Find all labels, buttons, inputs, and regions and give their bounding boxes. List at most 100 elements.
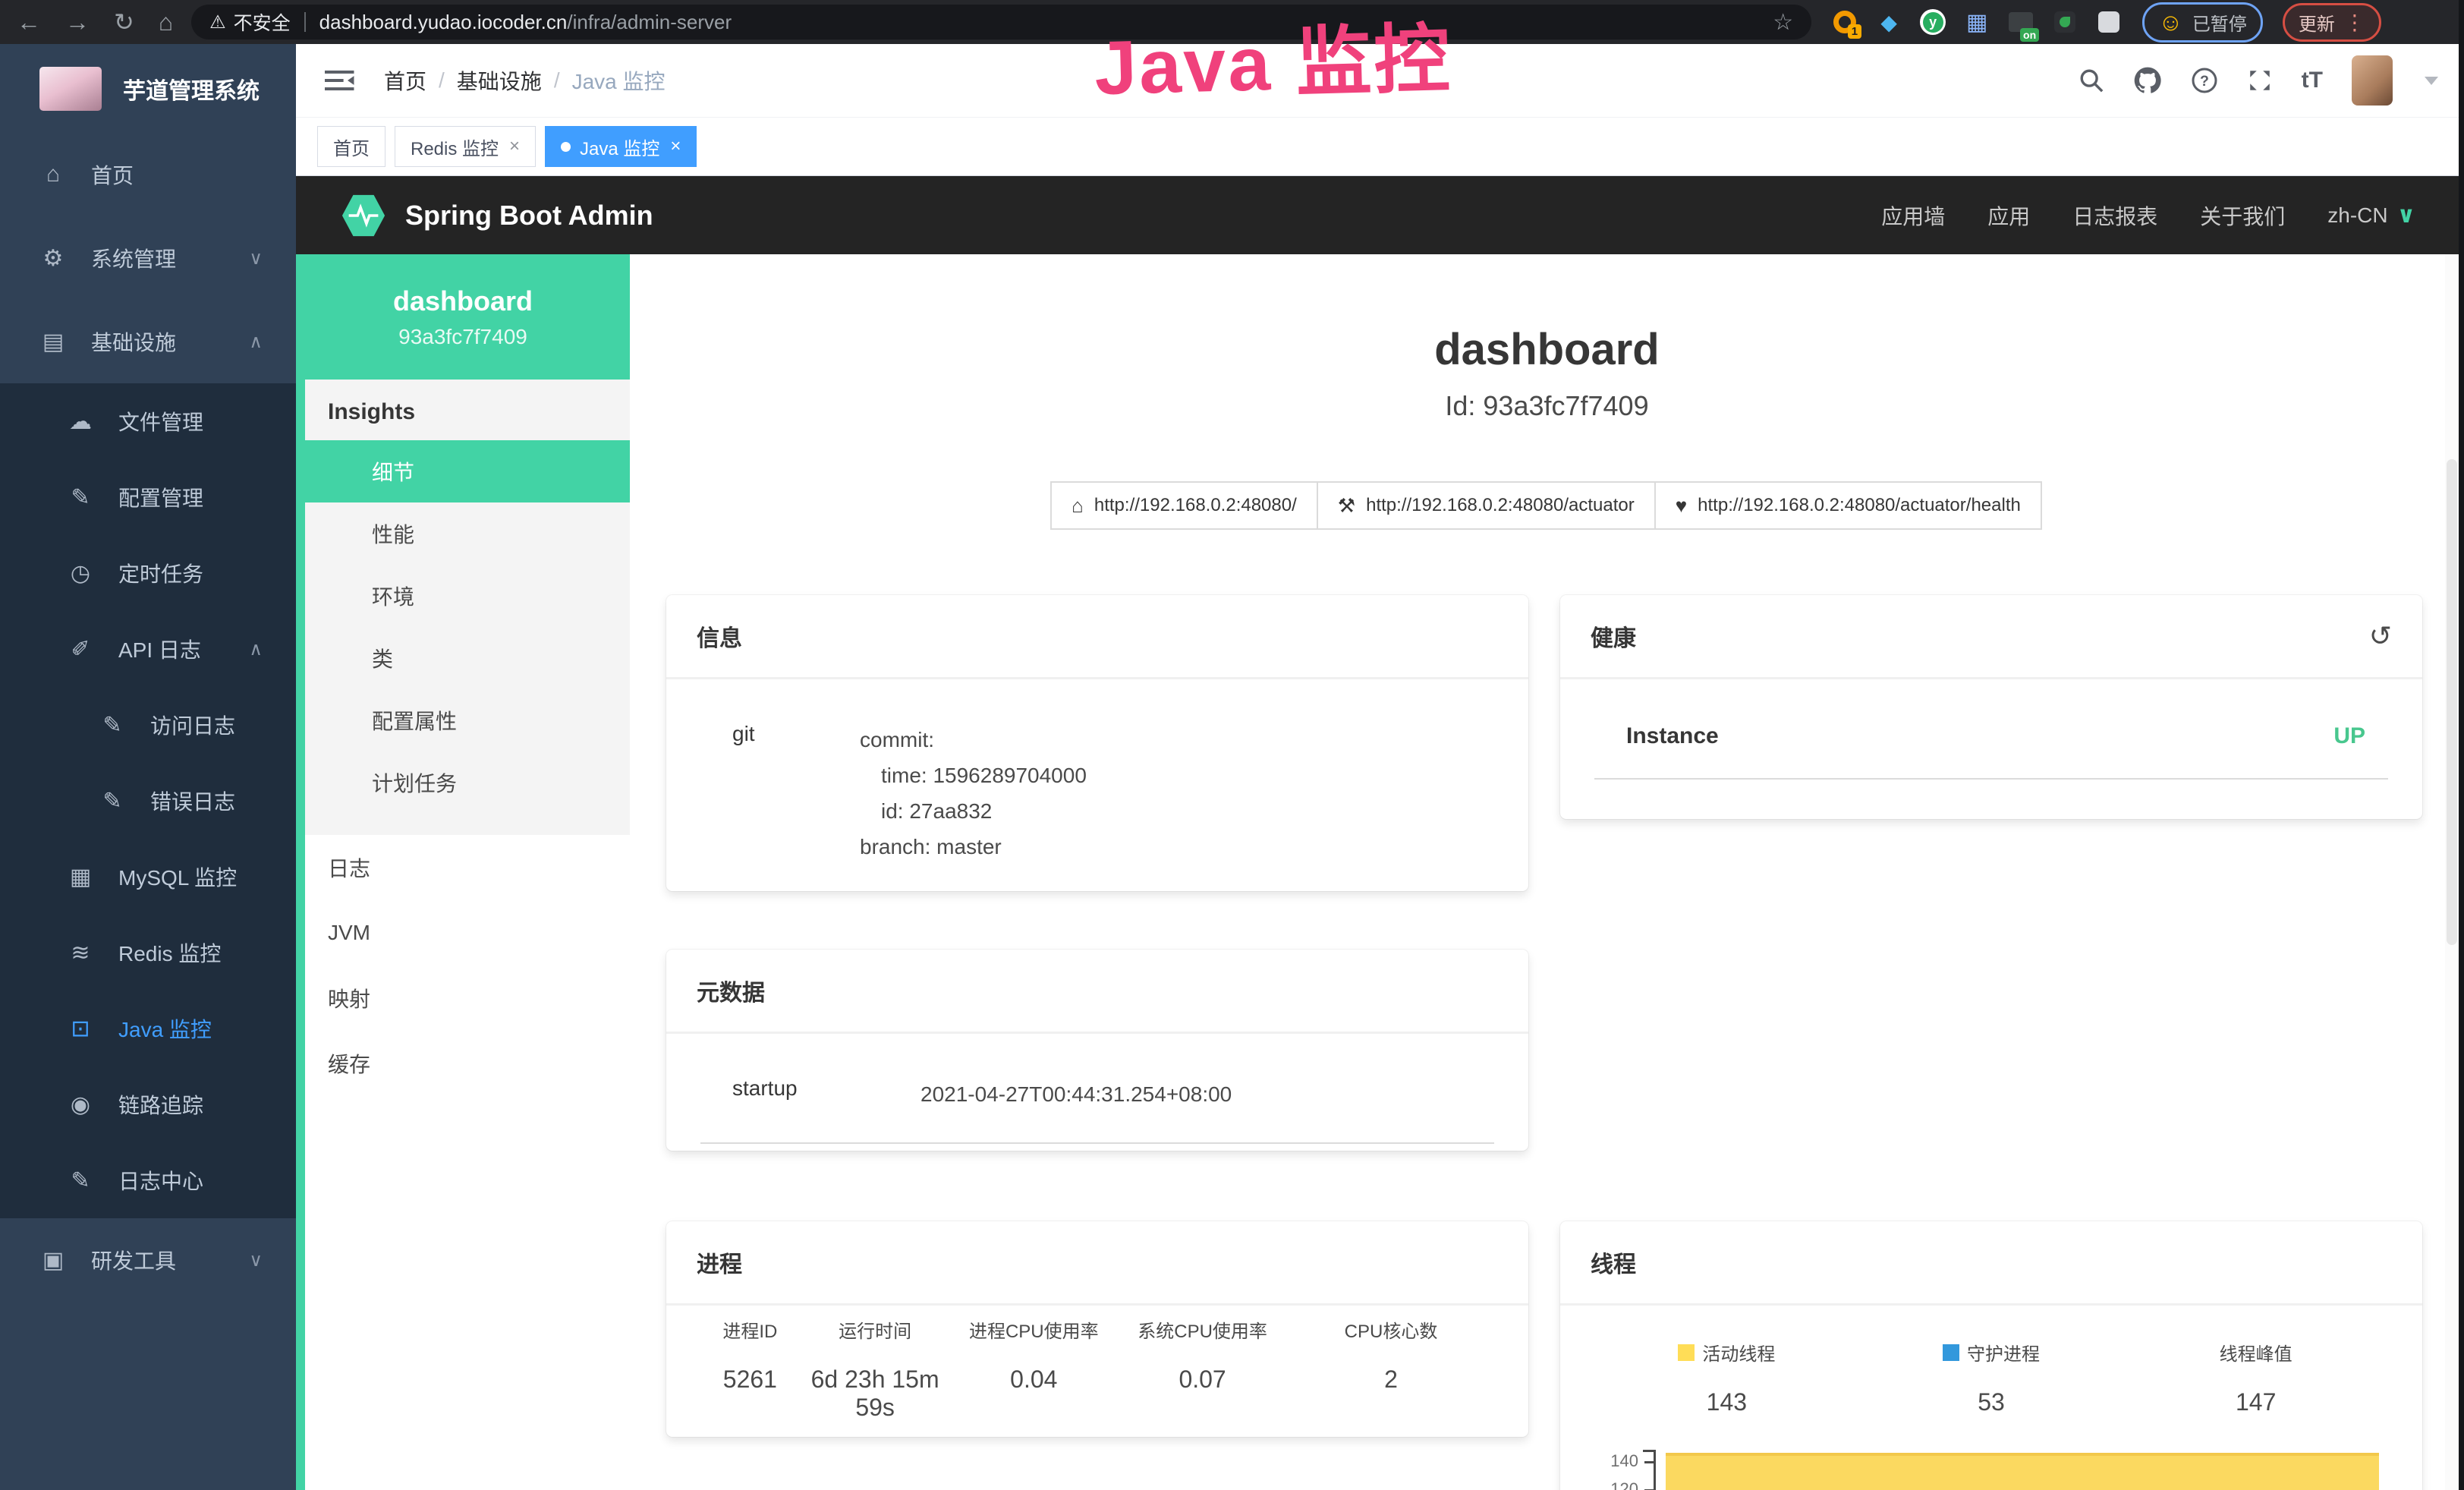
browser-menu-icon[interactable]: ⋮ (2344, 10, 2365, 35)
breadcrumb-home[interactable]: 首页 (384, 65, 426, 96)
sba-instance-header[interactable]: dashboard 93a3fc7f7409 (296, 254, 630, 380)
page-title: dashboard (630, 324, 2464, 375)
sba-brand-title[interactable]: Spring Boot Admin (405, 200, 653, 232)
url-host[interactable]: dashboard.yudao.iocoder.cn (319, 11, 568, 34)
app-logo-row[interactable]: 芋道管理系统 (0, 44, 296, 133)
insights-section-label: Insights (296, 380, 630, 440)
sba-item-details[interactable]: 细节 (296, 440, 630, 502)
sidebar-item-mysql-monitor[interactable]: ▦ MySQL 监控 (0, 839, 296, 915)
help-icon[interactable]: ? (2191, 67, 2218, 94)
extension-icon-orange[interactable]: 1 (1831, 8, 1858, 36)
browser-forward-icon[interactable]: → (65, 8, 90, 36)
browser-home-icon[interactable]: ⌂ (159, 8, 173, 36)
extension-icon-drop[interactable]: ◆ (1875, 8, 1902, 36)
sba-item-jvm[interactable]: JVM (296, 900, 630, 966)
github-icon[interactable] (2133, 66, 2162, 95)
sba-logo-icon[interactable] (340, 192, 387, 239)
bookmark-star-icon[interactable]: ☆ (1773, 9, 1793, 36)
scrollbar-thumb[interactable] (2447, 459, 2457, 945)
edit-icon: ✎ (64, 484, 97, 511)
annotation-java-monitor: Java 监控 (1093, 0, 1453, 116)
extension-icon-green-y[interactable]: y (1919, 8, 1946, 36)
right-column: 健康 ↺ Instance UP 线程 (1560, 595, 2422, 1490)
instance-hero: dashboard Id: 93a3fc7f7409 (630, 324, 2464, 422)
home-icon: ⌂ (36, 162, 70, 187)
extension-badge: 1 (1848, 24, 1861, 39)
process-value-cpus: 2 (1288, 1366, 1494, 1422)
close-icon[interactable]: × (670, 136, 681, 157)
sba-nav-about[interactable]: 关于我们 (2200, 200, 2285, 231)
url-path[interactable]: /infra/admin-server (567, 11, 732, 34)
sidebar-item-redis-monitor[interactable]: ≋ Redis 监控 (0, 915, 296, 991)
sba-item-caches[interactable]: 缓存 (296, 1031, 630, 1096)
tab-home[interactable]: 首页 (317, 126, 385, 167)
sidebar-item-error-log[interactable]: ✎ 错误日志 (0, 763, 296, 839)
user-avatar[interactable] (2352, 55, 2393, 106)
extension-icon-switch[interactable]: on (2007, 8, 2034, 36)
health-key: Instance (1626, 723, 1719, 749)
sidebar-item-infrastructure[interactable]: ▤ 基础设施 ∧ (0, 300, 296, 383)
process-card: 进程 进程ID 运行时间 进程CPU使用率 系统CPU使用率 CPU核心数 52… (666, 1221, 1528, 1437)
sidebar-item-trace[interactable]: ◉ 链路追踪 (0, 1066, 296, 1142)
sba-nav-wallboard[interactable]: 应用墙 (1881, 200, 1945, 231)
info-card-title: 信息 (697, 619, 742, 653)
sidebar-item-dev-tools[interactable]: ▣ 研发工具 ∨ (0, 1218, 296, 1302)
sidebar-item-home[interactable]: ⌂ 首页 (0, 133, 296, 216)
extension-icon-grid[interactable]: ▦ (1963, 8, 1990, 36)
sba-item-scheduled-tasks[interactable]: 计划任务 (296, 751, 630, 814)
close-icon[interactable]: × (509, 136, 520, 157)
process-value-pid: 5261 (700, 1366, 800, 1422)
insights-section: Insights 细节 性能 环境 类 配置属性 计划任务 (296, 380, 630, 835)
puzzle-extension-icon[interactable] (2095, 8, 2123, 36)
not-secure-label[interactable]: 不安全 (234, 8, 291, 36)
sba-nav-journal[interactable]: 日志报表 (2072, 200, 2157, 231)
font-size-icon[interactable]: tT (2302, 68, 2323, 93)
page-scrollbar[interactable] (2445, 254, 2459, 1490)
active-tab-dot (561, 142, 571, 152)
sidebar-item-file-mgmt[interactable]: ☁ 文件管理 (0, 383, 296, 459)
history-icon[interactable]: ↺ (2369, 620, 2392, 652)
tab-java-monitor[interactable]: Java 监控 × (545, 126, 697, 167)
sba-nav-applications[interactable]: 应用 (1987, 200, 2030, 231)
health-url-button[interactable]: ♥ http://192.168.0.2:48080/actuator/heal… (1654, 481, 2042, 530)
search-icon[interactable] (2079, 68, 2104, 93)
sba-item-environment[interactable]: 环境 (296, 565, 630, 627)
sba-locale-select[interactable]: zh-CN ∨ (2327, 202, 2415, 228)
sba-item-logs[interactable]: 日志 (296, 835, 630, 900)
sidebar-item-log-center[interactable]: ✎ 日志中心 (0, 1142, 296, 1218)
extension-icon-leaf[interactable] (2051, 8, 2079, 36)
home-icon: ⌂ (1072, 494, 1084, 518)
sba-item-classes[interactable]: 类 (296, 627, 630, 689)
browser-reload-icon[interactable]: ↻ (114, 8, 134, 36)
gear-icon: ⚙ (36, 245, 70, 272)
sidebar-item-access-log[interactable]: ✎ 访问日志 (0, 687, 296, 763)
sidebar-item-java-monitor[interactable]: ⊡ Java 监控 (0, 991, 296, 1066)
browser-update-button[interactable]: 更新 ⋮ (2283, 3, 2381, 42)
chevron-up-icon: ∧ (249, 331, 263, 353)
breadcrumb-infrastructure[interactable]: 基础设施 (457, 65, 542, 96)
health-card: 健康 ↺ Instance UP (1560, 595, 2422, 819)
sidebar-item-scheduled-jobs[interactable]: ◷ 定时任务 (0, 535, 296, 611)
health-instance-row[interactable]: Instance UP (1594, 701, 2388, 780)
sba-item-configprops[interactable]: 配置属性 (296, 689, 630, 751)
sidebar-item-config-mgmt[interactable]: ✎ 配置管理 (0, 459, 296, 535)
profile-paused-chip[interactable]: ☺ 已暂停 (2142, 2, 2263, 43)
actuator-url-button[interactable]: ⚒ http://192.168.0.2:48080/actuator (1317, 481, 1656, 530)
tab-redis-monitor[interactable]: Redis 监控 × (395, 126, 536, 167)
process-header-pid: 进程ID (700, 1316, 800, 1343)
hamburger-icon[interactable] (325, 68, 355, 93)
service-url-button[interactable]: ⌂ http://192.168.0.2:48080/ (1050, 481, 1318, 530)
instance-name: dashboard (393, 285, 533, 317)
svg-text:?: ? (2200, 73, 2209, 90)
sidebar-item-system-mgmt[interactable]: ⚙ 系统管理 ∨ (0, 216, 296, 300)
paused-label: 已暂停 (2192, 9, 2247, 36)
address-bar[interactable]: ⚠ 不安全 dashboard.yudao.iocoder.cn /infra/… (191, 5, 1811, 39)
browser-back-icon[interactable]: ← (17, 8, 41, 36)
sba-item-mappings[interactable]: 映射 (296, 966, 630, 1031)
fullscreen-icon[interactable] (2247, 68, 2273, 93)
eye-icon: ◉ (64, 1092, 97, 1118)
sba-item-metrics[interactable]: 性能 (296, 502, 630, 565)
metadata-value: 2021-04-27T00:44:31.254+08:00 (920, 1076, 1232, 1112)
sidebar-item-api-logs[interactable]: ✐ API 日志 ∧ (0, 611, 296, 687)
avatar-caret-icon[interactable] (2425, 77, 2438, 85)
